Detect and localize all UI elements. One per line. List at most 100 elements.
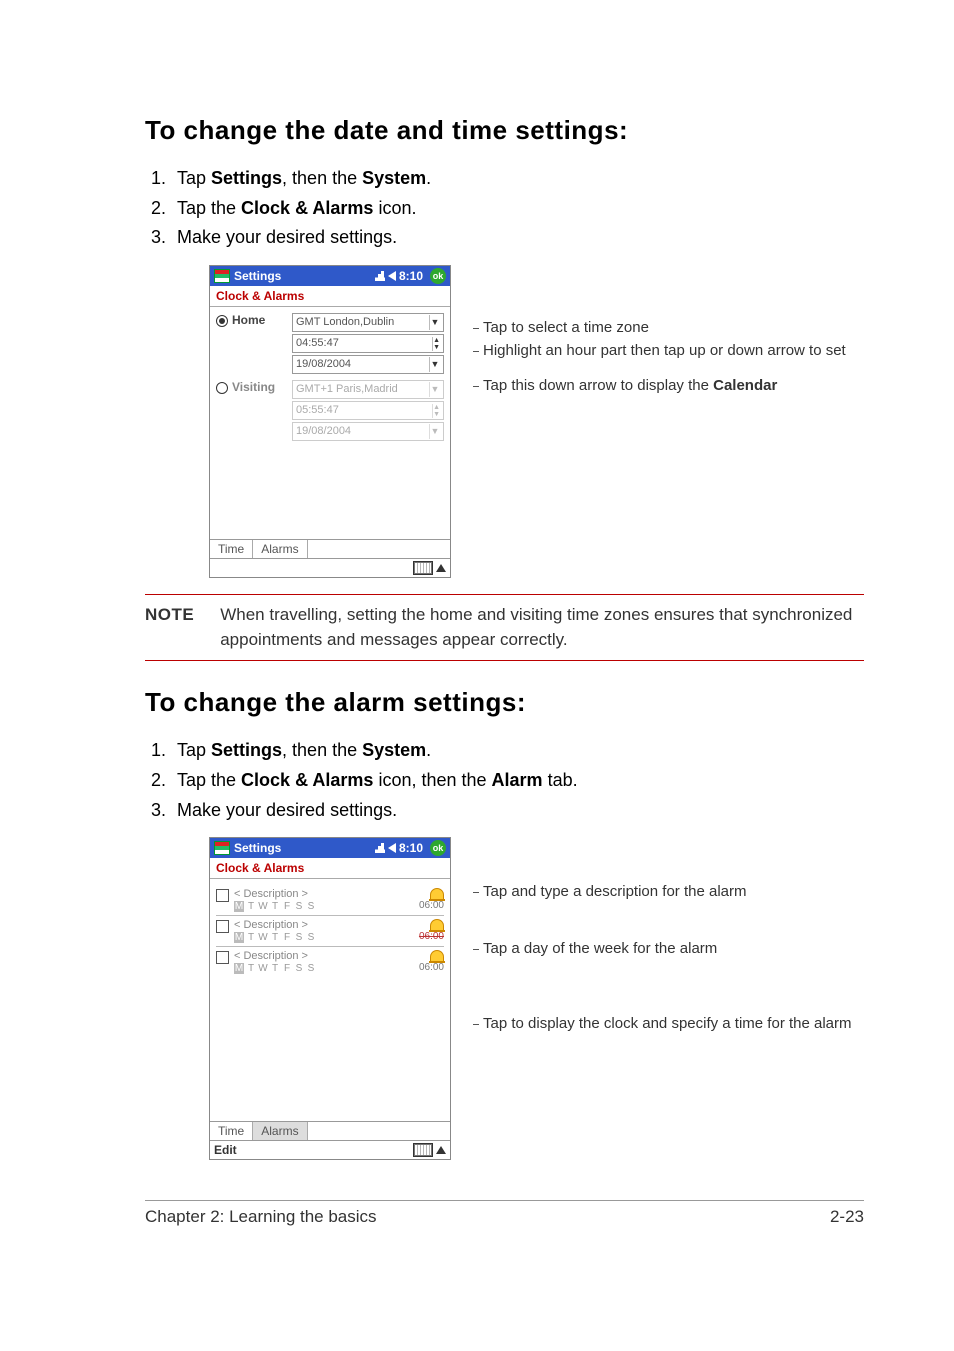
bell-icon[interactable] [430,950,444,961]
step-keyword: Settings [211,168,282,188]
keyboard-icon[interactable] [413,561,433,575]
day-letter[interactable]: F [282,932,292,943]
step-item: Tap Settings, then the System. [171,164,864,194]
callout-text: Tap this down arrow to display the [483,377,713,394]
step-text: Tap [177,740,211,760]
step-item: Make your desired settings. [171,223,864,253]
home-timezone-dropdown[interactable]: GMT London,Dublin ▼ [292,313,444,332]
step-text: icon. [373,198,416,218]
day-letter[interactable]: W [258,963,268,974]
bell-icon[interactable] [430,888,444,899]
time-spinner[interactable]: ▲▼ [432,337,440,351]
sip-up-icon[interactable] [436,1146,446,1154]
visiting-date-dropdown[interactable]: 19/08/2004 ▼ [292,422,444,441]
alarm-description[interactable]: < Description > [234,919,419,931]
note-block: NOTE When travelling, setting the home a… [145,594,864,661]
day-letter[interactable]: W [258,901,268,912]
day-letter[interactable]: T [246,901,256,912]
day-letter[interactable]: T [270,932,280,943]
pda-time-screen: Settings 8:10 ok Clock & Alarms Home GMT… [209,265,451,578]
day-letter[interactable]: T [270,963,280,974]
callouts-time: Tap to select a time zone Highlight an h… [451,265,846,398]
sip-up-icon[interactable] [436,564,446,572]
home-time-field[interactable]: 04:55:47 ▲▼ [292,334,444,353]
step-keyword: System [362,740,426,760]
day-letter[interactable]: W [258,932,268,943]
step-text: Tap [177,168,211,188]
steps-alarm: Tap Settings, then the System. Tap the C… [145,736,864,825]
alarm-row: < Description > M T W T F S S [216,947,444,977]
day-letter[interactable]: M [234,963,244,974]
day-letter[interactable]: S [306,932,316,943]
day-letter[interactable]: F [282,901,292,912]
chevron-down-icon[interactable]: ▼ [429,382,440,397]
tabs-bar: Time Alarms [210,539,450,558]
chevron-down-icon[interactable]: ▼ [429,424,440,439]
chevron-down-icon[interactable]: ▼ [429,315,440,330]
step-text: tab. [543,770,578,790]
pda-subheader: Clock & Alarms [210,858,450,879]
step-item: Tap the Clock & Alarms icon. [171,194,864,224]
step-keyword: Settings [211,740,282,760]
ok-button[interactable]: ok [430,840,446,856]
callout-text: Tap and type a description for the alarm [483,883,746,900]
day-letter[interactable]: S [294,932,304,943]
alarm-time[interactable]: 06:00 [419,900,444,911]
start-flag-icon[interactable] [214,841,230,855]
callout-text: Tap to select a time zone [483,319,649,336]
tab-alarms[interactable]: Alarms [253,540,307,558]
ok-button[interactable]: ok [430,268,446,284]
day-letter[interactable]: S [306,901,316,912]
alarm-days: M T W T F S S [234,963,419,974]
footer-chapter: Chapter 2: Learning the basics [145,1207,377,1227]
day-letter[interactable]: F [282,963,292,974]
day-letter[interactable]: M [234,901,244,912]
alarm-checkbox[interactable] [216,920,229,933]
tab-time[interactable]: Time [210,540,253,558]
chevron-down-icon[interactable]: ▼ [429,357,440,372]
day-letter[interactable]: S [306,963,316,974]
step-keyword: Alarm [492,770,543,790]
pda-titlebar: Settings 8:10 ok [210,266,450,286]
alarm-description[interactable]: < Description > [234,950,419,962]
step-text: Make your desired settings. [177,800,397,820]
day-letter[interactable]: T [246,963,256,974]
day-letter[interactable]: M [234,932,244,943]
note-text: When travelling, setting the home and vi… [220,603,864,652]
heading-date-time: To change the date and time settings: [145,115,864,146]
time-spinner[interactable]: ▲▼ [432,404,440,418]
bell-icon[interactable] [430,919,444,930]
callout-text: Tap to display the clock and specify a t… [483,1015,852,1032]
visiting-radio[interactable] [216,382,228,394]
keyboard-icon[interactable] [413,1143,433,1157]
signal-icon [375,271,385,281]
step-keyword: Clock & Alarms [241,198,373,218]
alarm-checkbox[interactable] [216,951,229,964]
alarm-time[interactable]: 06:00 [419,962,444,973]
tab-alarms[interactable]: Alarms [253,1122,307,1140]
callout-text: Tap a day of the week for the alarm [483,940,717,957]
alarm-checkbox[interactable] [216,889,229,902]
day-letter[interactable]: S [294,963,304,974]
home-date-dropdown[interactable]: 19/08/2004 ▼ [292,355,444,374]
alarm-time[interactable]: 06:00 [419,931,444,942]
pda-titlebar: Settings 8:10 ok [210,838,450,858]
tab-time[interactable]: Time [210,1122,253,1140]
step-text: icon, then the [373,770,491,790]
start-flag-icon[interactable] [214,269,230,283]
field-value: 04:55:47 [296,336,430,351]
home-label: Home [232,313,292,327]
day-letter[interactable]: S [294,901,304,912]
visiting-timezone-dropdown[interactable]: GMT+1 Paris,Madrid ▼ [292,380,444,399]
home-radio[interactable] [216,315,228,327]
speaker-icon [388,843,396,853]
alarm-days: M T W T F S S [234,901,419,912]
day-letter[interactable]: T [246,932,256,943]
field-value: GMT+1 Paris,Madrid [296,382,427,397]
alarm-description[interactable]: < Description > [234,888,419,900]
visiting-time-field[interactable]: 05:55:47 ▲▼ [292,401,444,420]
visiting-label: Visiting [232,380,292,394]
field-value: 19/08/2004 [296,357,427,372]
edit-menu[interactable]: Edit [214,1143,410,1157]
day-letter[interactable]: T [270,901,280,912]
